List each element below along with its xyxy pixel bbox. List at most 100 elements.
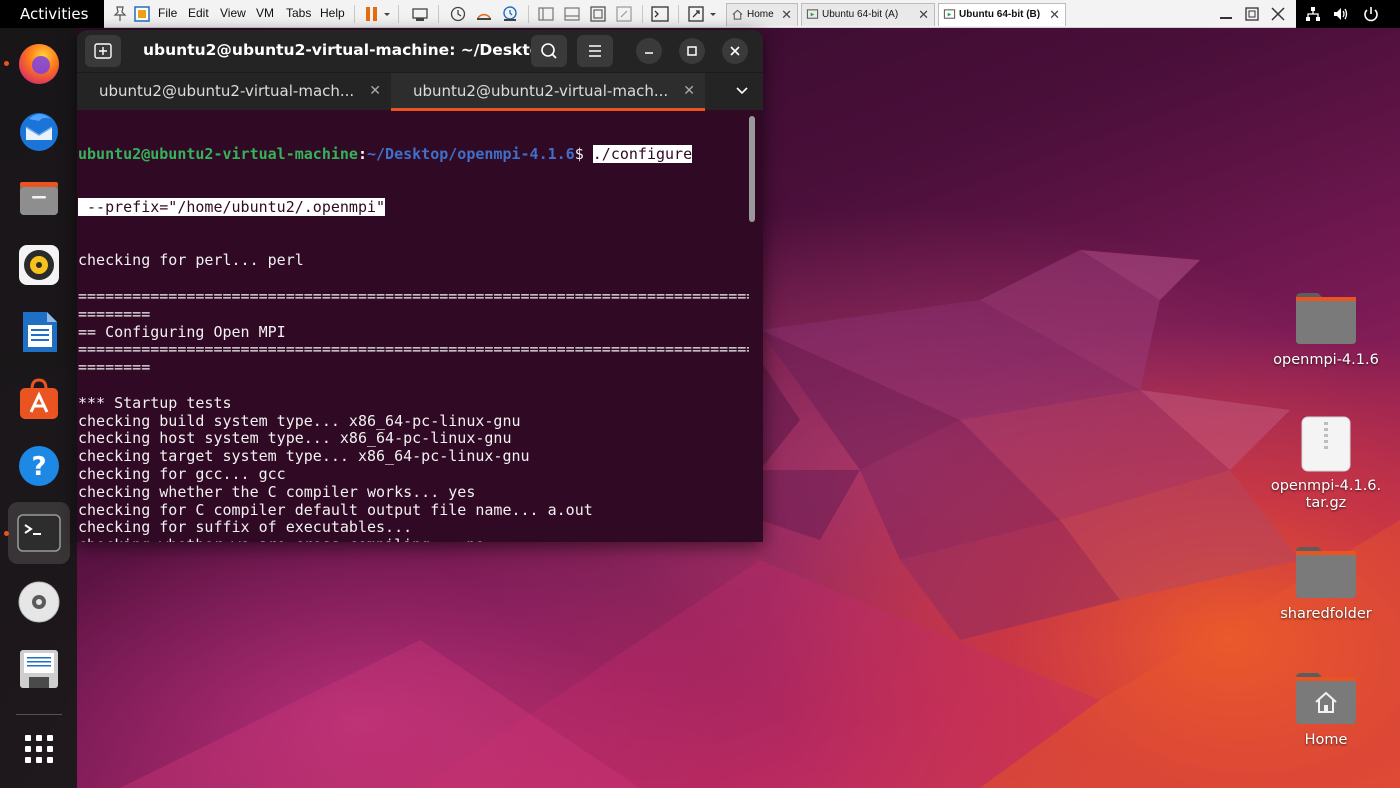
- desktop-icon-openmpi-folder[interactable]: openmpi-4.1.6: [1261, 290, 1391, 369]
- new-tab-button[interactable]: [85, 35, 121, 67]
- menu-tabs[interactable]: Tabs: [286, 0, 311, 28]
- output-line: ========================================…: [78, 340, 749, 359]
- thumbnail-view-icon[interactable]: [562, 4, 582, 24]
- dock-thunderbird[interactable]: [8, 100, 70, 162]
- vm-tab-ubuntu-a[interactable]: Ubuntu 64-bit (A) ✕: [801, 3, 935, 26]
- desktop-icon-label: openmpi-4.1.6: [1273, 352, 1379, 368]
- vm-tab-label: Ubuntu 64-bit (A): [822, 9, 899, 20]
- restore-window-icon[interactable]: [1242, 4, 1262, 24]
- menu-help[interactable]: Help: [320, 0, 345, 28]
- search-button[interactable]: [531, 35, 567, 67]
- close-terminal-tab-button[interactable]: ✕: [369, 73, 381, 109]
- toolbar-divider: [398, 5, 399, 23]
- terminal-icon: [17, 514, 61, 552]
- close-tab-button[interactable]: ✕: [918, 4, 929, 26]
- app-grid-icon: [25, 735, 53, 763]
- dock-help[interactable]: ?: [8, 435, 70, 497]
- dock-show-apps[interactable]: [8, 718, 70, 780]
- terminal-tab-1[interactable]: ubuntu2@ubuntu2-virtual-mach... ✕: [77, 73, 391, 111]
- terminal-output[interactable]: ubuntu2@ubuntu2-virtual-machine:~/Deskto…: [77, 110, 749, 542]
- output-line: ========================================…: [78, 286, 749, 305]
- send-keys-icon[interactable]: [410, 4, 430, 24]
- chevron-down-icon[interactable]: [382, 4, 392, 24]
- vm-icon: [943, 9, 956, 19]
- dock-terminal[interactable]: [8, 502, 70, 564]
- desktop-icon-openmpi-archive[interactable]: openmpi-4.1.6. tar.gz: [1261, 416, 1391, 512]
- menu-file[interactable]: File: [158, 0, 177, 28]
- maximize-button[interactable]: [679, 38, 705, 64]
- desktop-icon-home[interactable]: Home: [1261, 670, 1391, 749]
- output-line: == Configuring Open MPI: [78, 322, 286, 341]
- help-icon: ?: [19, 446, 59, 486]
- vm-tab-label: Home: [747, 9, 774, 20]
- dock-separator: [16, 714, 62, 715]
- minimize-icon: [645, 52, 653, 54]
- files-icon: [20, 182, 58, 215]
- software-store-icon: [20, 378, 58, 419]
- sidebar-view-icon[interactable]: [536, 4, 556, 24]
- close-tab-button[interactable]: ✕: [1049, 4, 1060, 26]
- power-icon[interactable]: [1362, 5, 1380, 23]
- chevron-down-icon[interactable]: [735, 83, 749, 97]
- pause-icon[interactable]: [362, 4, 382, 24]
- console-icon[interactable]: [650, 4, 670, 24]
- output-line: checking for suffix of executables...: [78, 518, 413, 537]
- menu-edit[interactable]: Edit: [188, 0, 209, 28]
- terminal-window[interactable]: ubuntu2@ubuntu2-virtual-machine: ~/Deskt…: [77, 30, 763, 542]
- desktop-icon-label: sharedfolder: [1280, 606, 1372, 622]
- vm-tab-home[interactable]: Home ✕: [726, 3, 798, 26]
- full-screen-icon[interactable]: [588, 4, 608, 24]
- volume-icon[interactable]: [1332, 5, 1350, 23]
- snapshot-manager-icon[interactable]: [500, 4, 520, 24]
- terminal-scrollbar[interactable]: [749, 116, 755, 222]
- menu-vm[interactable]: VM: [256, 0, 274, 28]
- terminal-tab-2[interactable]: ubuntu2@ubuntu2-virtual-mach... ✕: [391, 73, 705, 111]
- prompt-symbol: $: [574, 144, 593, 163]
- pin-icon[interactable]: [110, 4, 130, 24]
- dock-dvd[interactable]: [8, 571, 70, 633]
- library-icon[interactable]: [132, 4, 152, 24]
- toolbar-divider: [678, 5, 679, 23]
- folder-icon: [1296, 293, 1356, 344]
- dock-save[interactable]: [8, 638, 70, 700]
- close-tab-button[interactable]: ✕: [781, 4, 792, 26]
- rhythmbox-icon: [19, 245, 59, 285]
- prompt-line: ubuntu2@ubuntu2-virtual-machine:~/Deskto…: [78, 144, 749, 164]
- unity-icon[interactable]: [614, 4, 634, 24]
- running-indicator: [4, 61, 9, 66]
- close-button[interactable]: [722, 38, 748, 64]
- output-line: checking whether we are cross compiling.…: [78, 536, 749, 542]
- vm-icon: [806, 9, 819, 19]
- desktop-icon-label: openmpi-4.1.6. tar.gz: [1270, 478, 1382, 511]
- menu-view[interactable]: View: [220, 0, 246, 28]
- revert-snapshot-icon[interactable]: [474, 4, 494, 24]
- new-tab-icon: [94, 43, 112, 59]
- dock-files[interactable]: [8, 167, 70, 229]
- output-line: ========: [78, 358, 151, 377]
- minimize-window-icon[interactable]: [1216, 4, 1236, 24]
- terminal-tab-label: ubuntu2@ubuntu2-virtual-mach...: [413, 82, 669, 100]
- prompt-line-wrap: --prefix="/home/ubuntu2/.openmpi": [78, 197, 749, 217]
- home-folder-icon: [1296, 673, 1356, 724]
- dock-rhythmbox[interactable]: [8, 234, 70, 296]
- close-window-icon[interactable]: [1268, 4, 1288, 24]
- dock-libreoffice-writer[interactable]: [8, 301, 70, 363]
- snapshot-icon[interactable]: [448, 4, 468, 24]
- running-indicator: [4, 531, 9, 536]
- stretch-icon[interactable]: [686, 4, 706, 24]
- output-line: checking for C compiler default output f…: [78, 500, 593, 519]
- desktop-icon-sharedfolder[interactable]: sharedfolder: [1261, 544, 1391, 623]
- dock-firefox[interactable]: [8, 33, 70, 95]
- network-icon[interactable]: [1304, 5, 1322, 23]
- output-line: checking for gcc... gcc: [78, 464, 286, 483]
- minimize-button[interactable]: [636, 38, 662, 64]
- close-terminal-tab-button[interactable]: ✕: [683, 73, 695, 109]
- output-line: checking whether the C compiler works...…: [78, 482, 476, 501]
- vm-tab-ubuntu-b[interactable]: Ubuntu 64-bit (B) ✕: [938, 3, 1066, 26]
- dock-ubuntu-software[interactable]: [8, 368, 70, 430]
- writer-icon: [23, 312, 57, 352]
- menu-button[interactable]: [577, 35, 613, 67]
- chevron-down-icon[interactable]: [708, 4, 718, 24]
- activities-button[interactable]: Activities: [0, 0, 104, 28]
